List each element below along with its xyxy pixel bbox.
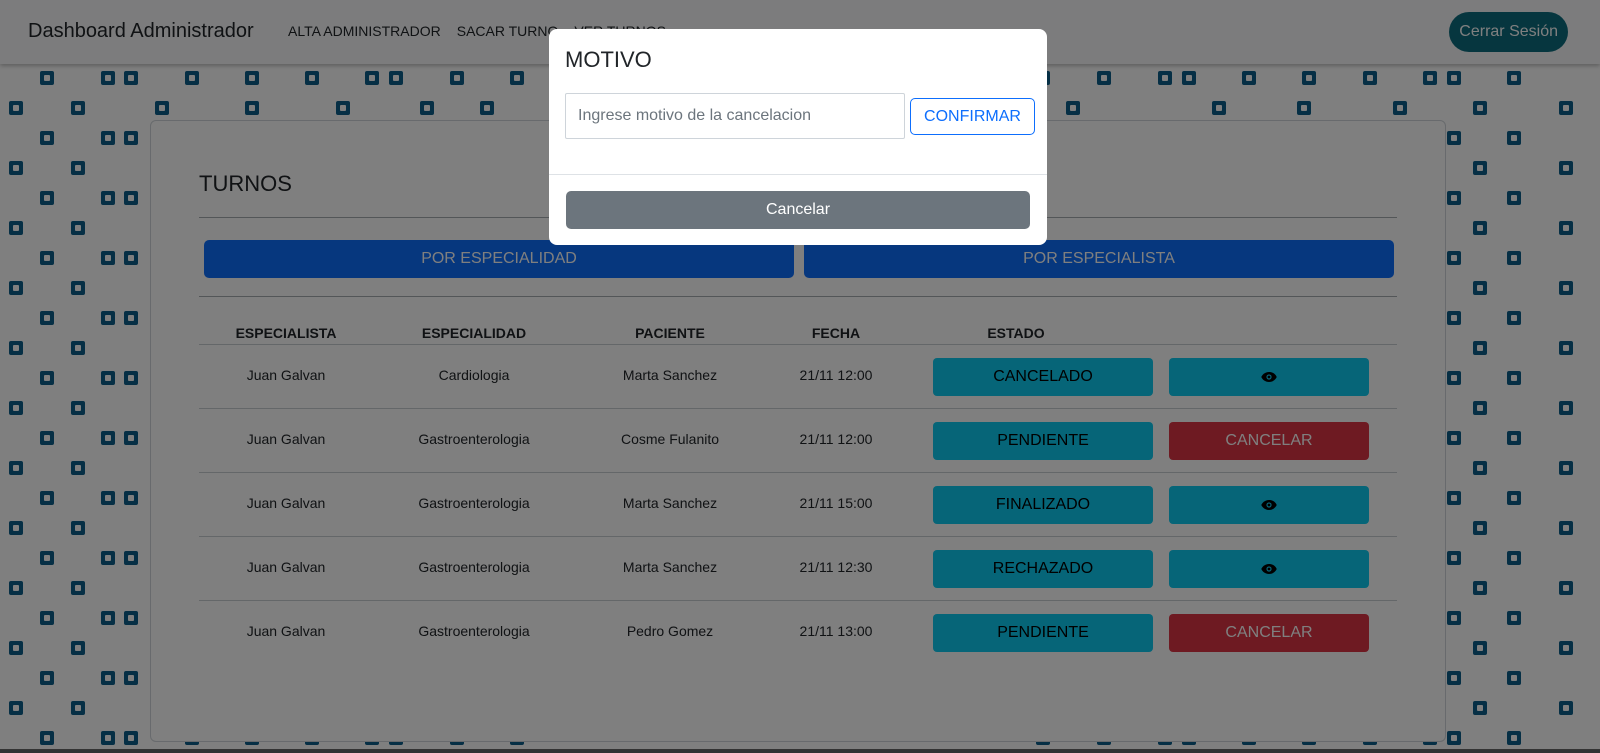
motivo-input[interactable]: [565, 93, 905, 139]
motivo-modal: MOTIVO CONFIRMAR Cancelar: [549, 29, 1047, 245]
modal-divider: [549, 174, 1047, 175]
modal-cancel-button[interactable]: Cancelar: [566, 191, 1030, 229]
modal-title: MOTIVO: [565, 47, 652, 72]
confirm-button[interactable]: CONFIRMAR: [910, 98, 1035, 135]
bottom-bar: [0, 749, 1600, 753]
